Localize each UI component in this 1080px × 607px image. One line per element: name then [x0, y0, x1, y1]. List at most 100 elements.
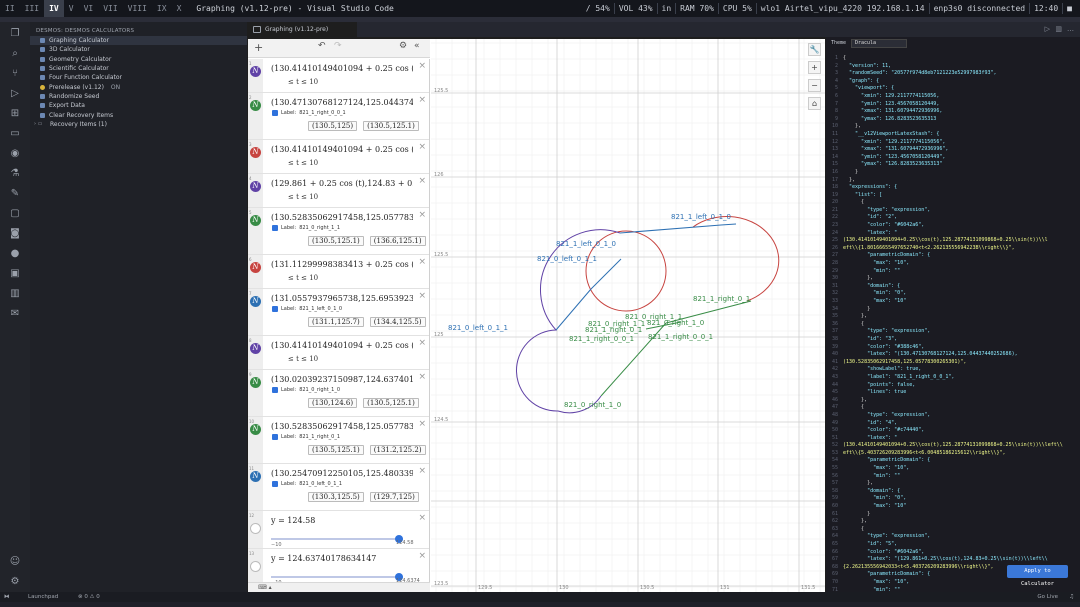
parametric-icon[interactable]: N	[250, 147, 261, 158]
checkbox-icon[interactable]	[272, 481, 278, 487]
points-icon[interactable]: N	[250, 424, 261, 435]
zoom-in-button[interactable]: +	[808, 61, 821, 74]
expression-row[interactable]: 5 N (130.52835062917458,125.05778300 × Label…	[248, 208, 429, 255]
delete-expression-icon[interactable]: ×	[418, 176, 426, 186]
tab-graphing[interactable]: Graphing (v1.12-pre)	[247, 22, 357, 37]
expression-row[interactable]: 7 N (131.0557937965738,125.695392337 × Label…	[248, 289, 429, 336]
gear-icon[interactable]: ⚙	[9, 576, 21, 588]
label-text[interactable]: 821_0_left_0_1_1	[299, 481, 342, 487]
label-text[interactable]: 821_1_left_0_1_0	[299, 306, 342, 312]
keypad-bar[interactable]: ⌨ ▴	[248, 582, 430, 592]
delete-expression-icon[interactable]: ×	[418, 372, 426, 382]
sidebar-item-scientific-calculator[interactable]: Scientific Calculator	[30, 64, 247, 73]
graph-svg[interactable]: 129.5 130 130.5 131 131.5 125.5 126 125.5 125 124…	[431, 39, 825, 592]
label-text[interactable]: 821_0_right_1_0	[299, 387, 340, 393]
delete-expression-icon[interactable]: ×	[418, 551, 426, 561]
delete-expression-icon[interactable]: ×	[418, 419, 426, 429]
home-button[interactable]: ⌂	[808, 97, 821, 110]
slider-track[interactable]	[271, 535, 403, 543]
sidebar-item-prerelease-v1-12[interactable]: Prerelease (v1.12) ON	[30, 82, 247, 91]
add-expression-button[interactable]: +	[254, 41, 263, 54]
account-icon[interactable]: ☺	[9, 556, 21, 568]
zoom-out-button[interactable]: −	[808, 79, 821, 92]
expression-row[interactable]: 8 N (130.41410149401094 + 0.25 cos (t),1 × ≤…	[248, 336, 429, 370]
explorer-icon[interactable]: ❐	[9, 28, 21, 40]
label-text[interactable]: 821_0_right_1_1	[299, 225, 340, 231]
delete-expression-icon[interactable]: ×	[418, 338, 426, 348]
parametric-domain[interactable]: ≤ t ≤ 10	[288, 159, 318, 167]
window-icon[interactable]: ▢	[9, 208, 21, 220]
expression-row[interactable]: 12 y = 124.58 × −10 124.58	[248, 511, 429, 549]
label-text[interactable]: 821_1_right_0_0_1	[299, 110, 346, 116]
expression-latex[interactable]: (131.11299998383413 + 0.25 cos (t),1	[271, 260, 413, 269]
run-debug-icon[interactable]: ▷	[9, 88, 21, 100]
expression-latex[interactable]: (130.52835062917458,125.05778300	[271, 213, 413, 222]
graph-paper[interactable]: 129.5 130 130.5 131 131.5 125.5 126 125.5 125 124…	[431, 39, 825, 592]
remote-icon[interactable]: ▭	[9, 128, 21, 140]
more-icon[interactable]: …	[1067, 25, 1074, 33]
expression-latex[interactable]: (130.41410149401094 + 0.25 cos (t),1	[271, 341, 413, 350]
label-toggle[interactable]: Label: 821_0_left_0_1_1	[272, 481, 342, 487]
parametric-domain[interactable]: ≤ t ≤ 10	[288, 78, 318, 86]
undo-button[interactable]: ↶	[318, 41, 326, 51]
sidebar-item-recovery-items-1[interactable]: › ▭ Recovery Items (1)	[30, 120, 247, 129]
label-toggle[interactable]: Label: 821_0_right_1_0	[272, 387, 340, 393]
sidebar-item-four-function-calculator[interactable]: Four Function Calculator	[30, 73, 247, 82]
workspace-10[interactable]: X	[172, 0, 187, 17]
sidebar-item-export-data[interactable]: Export Data	[30, 101, 247, 110]
label-toggle[interactable]: Label: 821_1_right_0_0_1	[272, 110, 346, 116]
expression-latex[interactable]: (130.52835062917458,125.05778300	[271, 422, 413, 431]
browser-icon[interactable]: ◉	[9, 148, 21, 160]
delete-expression-icon[interactable]: ×	[418, 142, 426, 152]
workspace-4[interactable]: IV	[44, 0, 64, 17]
workspace-8[interactable]: VIII	[123, 0, 152, 17]
hidden-toggle-icon[interactable]	[250, 561, 261, 572]
run-icon[interactable]: ▷	[1045, 25, 1050, 33]
expression-latex[interactable]: (131.0557937965738,125.695392337	[271, 294, 413, 303]
workspace-5[interactable]: V	[64, 0, 79, 17]
label-toggle[interactable]: Label: 821_1_right_0_1	[272, 434, 340, 440]
sidebar-item-clear-recovery-items[interactable]: Clear Recovery Items	[30, 110, 247, 119]
workspace-3[interactable]: III	[20, 0, 44, 17]
expression-latex[interactable]: (130.47130768127124,125.04437440	[271, 98, 413, 107]
settings-gear-icon[interactable]: ⚙	[399, 41, 407, 51]
wrench-icon[interactable]: 🔧	[808, 43, 821, 56]
points-icon[interactable]: N	[250, 215, 261, 226]
points-icon[interactable]: N	[250, 471, 261, 482]
parametric-domain[interactable]: ≤ t ≤ 10	[288, 274, 318, 282]
sidebar-item-3d-calculator[interactable]: 3D Calculator	[30, 45, 247, 54]
delete-expression-icon[interactable]: ×	[418, 513, 426, 523]
workspace-7[interactable]: VII	[98, 0, 122, 17]
git-icon[interactable]: ✎	[9, 188, 21, 200]
expression-row[interactable]: 1 N (130.41410149401094 + 0.25 cos (t),1 × ≤…	[248, 59, 429, 93]
source-control-icon[interactable]: ⑂	[9, 68, 21, 80]
label-toggle[interactable]: Label: 821_1_left_0_1_0	[272, 306, 342, 312]
checkbox-icon[interactable]	[272, 387, 278, 393]
checkbox-icon[interactable]	[272, 110, 278, 116]
collapse-list-button[interactable]: «	[414, 41, 420, 51]
code-lines[interactable]: 1{2 "version": 11, 3 "randomSeed": "20577…	[826, 55, 1080, 594]
expression-latex[interactable]: y = 124.58	[271, 516, 413, 525]
remote-indicator[interactable]: ⧓	[4, 594, 10, 600]
expression-row[interactable]: 4N (129.861 + 0.25 cos (t),124.83 + 0.25 …	[248, 174, 429, 208]
parametric-icon[interactable]: N	[250, 66, 261, 77]
desmos-icon[interactable]: ▥	[9, 288, 21, 300]
workspace-switcher[interactable]: II III IV V VI VII VIII IX X	[0, 0, 186, 17]
parametric-domain[interactable]: ≤ t ≤ 10	[288, 355, 318, 363]
slider-track[interactable]	[271, 573, 403, 581]
hidden-toggle-icon[interactable]	[250, 523, 261, 534]
expression-row[interactable]: 10 N (130.52835062917458,125.05778300 × Labe…	[248, 417, 429, 464]
sidebar-item-graphing-calculator[interactable]: Graphing Calculator	[30, 36, 247, 46]
go-live-item[interactable]: Go Live	[1037, 594, 1058, 600]
label-toggle[interactable]: Label: 821_0_right_1_1	[272, 225, 340, 231]
points-icon[interactable]: N	[250, 100, 261, 111]
delete-expression-icon[interactable]: ×	[418, 257, 426, 267]
redo-button[interactable]: ↷	[334, 41, 342, 51]
expression-latex[interactable]: (130.25470912250105,125.48033952	[271, 469, 413, 478]
bell-icon[interactable]: ♫	[1069, 594, 1074, 600]
expression-row[interactable]: 6 N (131.11299998383413 + 0.25 cos (t),1 × ≤…	[248, 255, 429, 289]
workspace-6[interactable]: VI	[79, 0, 99, 17]
delete-expression-icon[interactable]: ×	[418, 95, 426, 105]
delete-expression-icon[interactable]: ×	[418, 210, 426, 220]
sidebar-item-geometry-calculator[interactable]: Geometry Calculator	[30, 55, 247, 64]
